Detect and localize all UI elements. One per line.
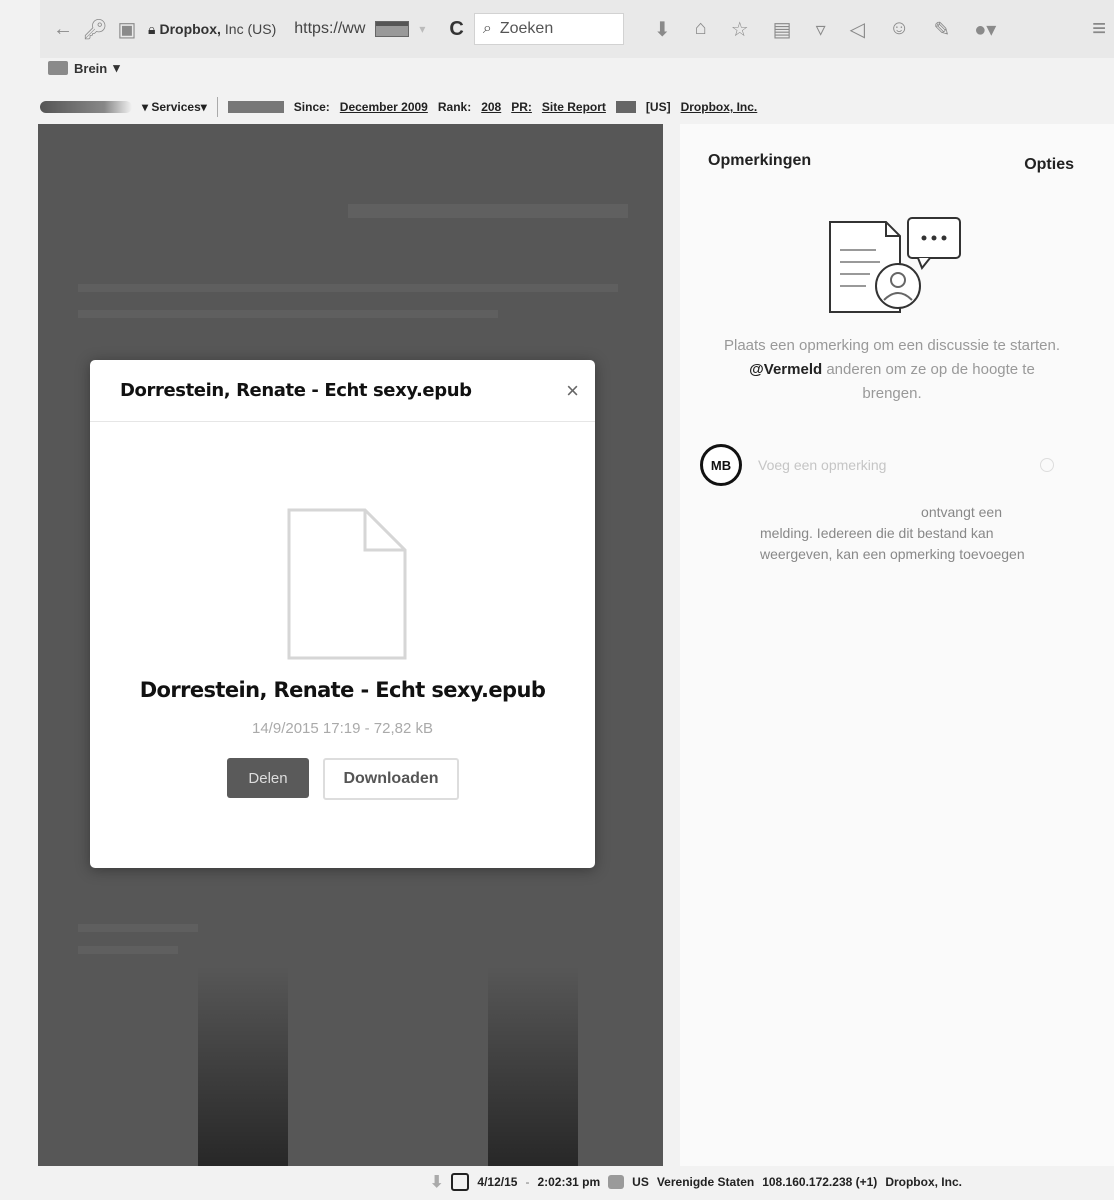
addon-icon[interactable]: ●▾ — [974, 17, 996, 42]
company-link[interactable]: Dropbox, Inc. — [681, 100, 758, 114]
modal-title: Dorrestein, Renate - Echt sexy.epub — [120, 380, 472, 401]
pencil-icon[interactable]: ✎ — [933, 17, 950, 42]
background-text — [78, 924, 198, 932]
clipboard-icon[interactable]: ▤ — [773, 17, 792, 42]
bookmark-folder[interactable]: Brein ▾ — [48, 56, 120, 80]
comments-panel: Opmerkingen Opties Plaats een opmerking … — [680, 124, 1114, 1166]
avatar: MB — [700, 444, 742, 486]
status-country-code: US — [632, 1175, 649, 1189]
addon-bar: ▾ Services▾ Since: December 2009 Rank: 2… — [40, 94, 1114, 120]
site-country: Inc (US) — [224, 21, 277, 37]
divider — [216, 97, 218, 117]
square-icon — [451, 1173, 470, 1191]
notification-notice: ontvangt een melding. Iedereen die dit b… — [760, 502, 1060, 565]
modal-actions: Delen Downloaden — [227, 758, 459, 800]
file-name: Dorrestein, Renate - Echt sexy.epub — [139, 678, 546, 702]
background-text — [78, 946, 178, 954]
options-button[interactable]: Opties — [1024, 156, 1074, 174]
comments-illustration-icon — [829, 217, 961, 313]
site-identity[interactable]: 🔒︎ Dropbox, Inc (US) — [148, 21, 276, 38]
rank-label: Rank: — [437, 100, 472, 114]
home-icon[interactable]: ⌂ — [695, 17, 707, 42]
mention-text: @Vermeld — [749, 361, 823, 378]
status-separator: - — [525, 1175, 530, 1189]
status-date: 4/12/15 — [477, 1175, 518, 1189]
toolbar-icons: ⬇︎ ⌂ ☆ ▤ ▿ ◁ ☺ ✎ ●▾ — [654, 17, 996, 42]
status-company: Dropbox, Inc. — [885, 1175, 962, 1189]
status-country-name: Verenigde Staten — [656, 1175, 755, 1189]
site-org: Dropbox, — [159, 21, 221, 37]
site-report-link[interactable]: Site Report — [542, 100, 606, 114]
download-icon[interactable]: ⬇︎ — [654, 17, 671, 42]
bookmark-folder-label: Brein — [74, 60, 108, 76]
url-text[interactable]: https://ww — [294, 20, 365, 38]
addon-country: [US] — [645, 100, 671, 114]
empty-text: Plaats een opmerking om een discussie te… — [723, 337, 1060, 354]
search-input[interactable]: ⌕ Zoeken — [473, 13, 624, 45]
comments-title: Opmerkingen — [708, 152, 812, 169]
page-info-icon[interactable]: ▣ — [116, 18, 138, 41]
chevron-down-icon[interactable]: ▾ — [419, 22, 425, 36]
reload-icon[interactable]: C — [449, 18, 463, 41]
background-title — [348, 204, 628, 218]
modal-header: Dorrestein, Renate - Echt sexy.epub × — [90, 360, 595, 422]
shadow-smear — [488, 966, 578, 1166]
share-icon[interactable]: ◁ — [850, 17, 865, 42]
lock-icon: 🔒︎ — [148, 20, 156, 37]
status-ip: 108.160.172.238 (+1) — [762, 1175, 878, 1189]
services-menu[interactable]: ▾ Services▾ — [142, 100, 207, 114]
background-text — [78, 284, 618, 292]
addon-badge — [227, 101, 284, 113]
rank-value[interactable]: 208 — [481, 100, 501, 114]
folder-icon — [48, 61, 68, 75]
hamburger-menu-icon[interactable]: ≡ — [1092, 15, 1106, 43]
download-button[interactable]: Downloaden — [323, 758, 459, 800]
file-modal: Dorrestein, Renate - Echt sexy.epub × Do… — [90, 360, 595, 868]
pocket-icon[interactable]: ▿ — [816, 17, 826, 42]
pr-label[interactable]: PR: — [511, 100, 532, 114]
back-icon[interactable]: ← — [52, 18, 74, 40]
flag-icon — [375, 21, 410, 37]
search-icon: ⌕ — [482, 20, 492, 37]
empty-text: anderen om ze op de hoogte te brengen. — [822, 361, 1035, 402]
background-text — [78, 310, 498, 318]
search-placeholder: Zoeken — [499, 20, 554, 37]
empty-state-message: Plaats een opmerking om een discussie te… — [722, 334, 1062, 406]
status-bar: ⬇︎ 4/12/15 - 2:02:31 pm US Verenigde Sta… — [430, 1172, 962, 1192]
chevron-down-icon: ▾ — [113, 60, 120, 75]
key-icon[interactable]: 🔑︎ — [82, 18, 107, 41]
status-time: 2:02:31 pm — [537, 1175, 601, 1189]
file-meta: 14/9/2015 17:19 - 72,82 kB — [252, 720, 433, 737]
notice-line: ontvangt een — [921, 504, 1002, 520]
chat-icon[interactable]: ☺ — [889, 17, 909, 42]
since-label: Since: — [293, 100, 330, 114]
download-arrow-icon[interactable]: ⬇︎ — [430, 1172, 443, 1192]
document-icon — [287, 508, 407, 660]
close-icon[interactable]: × — [566, 378, 579, 404]
emoji-icon[interactable] — [1040, 458, 1054, 472]
flag-icon — [615, 101, 636, 113]
globe-icon — [608, 1175, 625, 1189]
browser-toolbar: ← 🔑︎ ▣ 🔒︎ Dropbox, Inc (US) https://ww ▾… — [40, 0, 1114, 58]
addon-logo[interactable] — [40, 101, 132, 113]
shadow-smear — [198, 966, 288, 1166]
share-button[interactable]: Delen — [227, 758, 309, 798]
notice-text: melding. Iedereen die dit bestand kan we… — [760, 525, 1025, 562]
star-icon[interactable]: ☆ — [731, 17, 749, 42]
comment-input[interactable] — [758, 450, 1058, 480]
since-value[interactable]: December 2009 — [340, 100, 428, 114]
